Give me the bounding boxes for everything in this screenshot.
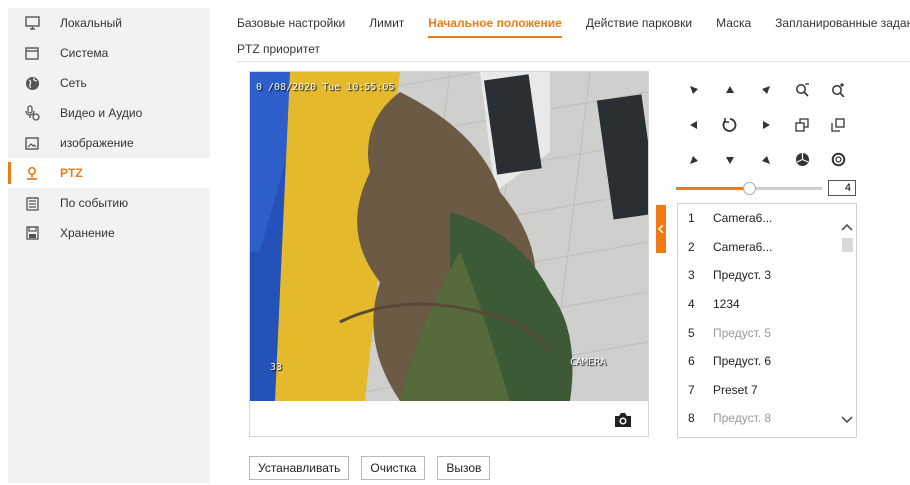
list-item[interactable]: 4 1234 — [678, 290, 856, 319]
sidebar-item-storage[interactable]: Хранение — [8, 218, 210, 248]
sidebar-item-label: PTZ — [60, 166, 83, 180]
pan-up-right-button[interactable] — [748, 72, 784, 107]
pan-down-button[interactable] — [712, 142, 748, 177]
pan-down-right-button[interactable] — [748, 142, 784, 177]
pan-up-button[interactable] — [712, 72, 748, 107]
sidebar-item-label: изображение — [60, 136, 134, 150]
sidebar-item-local[interactable]: Локальный — [8, 8, 210, 38]
iris-open-icon[interactable] — [784, 142, 820, 177]
pan-down-left-button[interactable] — [676, 142, 712, 177]
sidebar: Локальный Система Сеть Видео и Аудио изо… — [8, 8, 210, 483]
preset-number: 6 — [688, 354, 695, 369]
chevron-up-icon[interactable] — [840, 220, 854, 234]
chevron-down-icon[interactable] — [840, 413, 854, 427]
list-item[interactable]: 5 Предуст. 5 — [678, 318, 856, 347]
sidebar-item-label: Хранение — [60, 226, 115, 240]
preset-name: Предуст. 6 — [713, 354, 772, 369]
tab-bar: Базовые настройки Лимит Начальное положе… — [237, 8, 910, 60]
user-ptz-icon — [24, 165, 40, 181]
monitor-icon — [24, 15, 40, 31]
preset-number: 7 — [688, 382, 695, 397]
list-item[interactable]: 2 Camera6... — [678, 233, 856, 262]
preset-number: 1 — [688, 211, 695, 226]
clear-button[interactable]: Очистка — [361, 456, 426, 480]
sidebar-item-label: По событию — [60, 196, 129, 210]
osd-channel: 33 — [270, 362, 283, 373]
set-button[interactable]: Устанавливать — [249, 456, 350, 480]
ptz-controls — [676, 72, 856, 177]
preset-name: Предуст. 5 — [713, 325, 772, 340]
window-icon — [24, 45, 40, 61]
sidebar-item-network[interactable]: Сеть — [8, 68, 210, 98]
zoom-out-icon[interactable] — [784, 72, 820, 107]
slider-handle[interactable] — [743, 182, 756, 195]
scrollbar-thumb[interactable] — [842, 238, 853, 252]
zoom-in-icon[interactable] — [820, 72, 856, 107]
preset-name: Предуст. 3 — [713, 268, 772, 283]
tab-scheduled-tasks[interactable]: Запланированные задания — [775, 16, 910, 38]
preset-number: 4 — [688, 297, 695, 312]
sidebar-item-system[interactable]: Система — [8, 38, 210, 68]
preset-scrollbar[interactable] — [838, 204, 856, 437]
list-item[interactable]: 6 Предуст. 6 — [678, 347, 856, 376]
globe-icon — [24, 75, 40, 91]
image-icon — [24, 135, 40, 151]
list-icon — [24, 195, 40, 211]
sidebar-item-label: Видео и Аудио — [60, 106, 143, 120]
tab-limit[interactable]: Лимит — [369, 16, 404, 38]
sidebar-item-event[interactable]: По событию — [8, 188, 210, 218]
preset-number: 8 — [688, 411, 695, 426]
preset-name: Предуст. 8 — [713, 411, 772, 426]
pan-right-button[interactable] — [748, 107, 784, 142]
preset-name: 1234 — [713, 297, 740, 312]
sidebar-item-label: Локальный — [60, 16, 122, 30]
sidebar-item-video-audio[interactable]: Видео и Аудио — [8, 98, 210, 128]
preset-name: Preset 7 — [713, 382, 758, 397]
tabs-divider — [237, 61, 910, 62]
auto-rotate-icon[interactable] — [712, 107, 748, 142]
list-item[interactable]: 8 Предуст. 8 — [678, 404, 856, 433]
collapse-panel-toggle[interactable] — [656, 205, 666, 253]
tab-park-action[interactable]: Действие парковки — [586, 16, 692, 38]
focus-far-icon[interactable] — [820, 107, 856, 142]
osd-timestamp: 0 /08/2020 Tue 10:55:05 — [256, 82, 395, 93]
iris-close-icon[interactable] — [820, 142, 856, 177]
preset-actions: Устанавливать Очистка Вызов — [249, 456, 491, 480]
list-item[interactable]: 3 Предуст. 3 — [678, 261, 856, 290]
focus-near-icon[interactable] — [784, 107, 820, 142]
ptz-speed-value: 4 — [828, 180, 856, 196]
preset-name: Camera6... — [713, 239, 773, 254]
pan-left-button[interactable] — [676, 107, 712, 142]
camera-icon[interactable] — [614, 412, 632, 428]
tab-basic-settings[interactable]: Базовые настройки — [237, 16, 345, 38]
preset-list: 1 Camera6... 2 Camera6... 3 Предуст. 3 4 123… — [677, 203, 857, 438]
list-item[interactable]: 7 Preset 7 — [678, 376, 856, 405]
slider-fill — [676, 187, 749, 190]
tab-mask[interactable]: Маска — [716, 16, 751, 38]
ptz-speed-slider[interactable] — [676, 181, 822, 195]
pan-up-left-button[interactable] — [676, 72, 712, 107]
tab-initial-position[interactable]: Начальное положение — [428, 16, 562, 38]
osd-camera: CAMERA — [570, 357, 607, 368]
sidebar-item-label: Система — [60, 46, 109, 60]
sidebar-item-image[interactable]: изображение — [8, 128, 210, 158]
preset-number: 2 — [688, 239, 695, 254]
preset-number: 3 — [688, 268, 695, 283]
sidebar-item-ptz[interactable]: PTZ — [8, 158, 210, 188]
preset-number: 5 — [688, 325, 695, 340]
live-view[interactable]: 0 /08/2020 Tue 10:55:05 33 CAMERA — [249, 71, 649, 437]
sidebar-item-label: Сеть — [60, 76, 87, 90]
preset-name: Camera6... — [713, 211, 773, 226]
call-button[interactable]: Вызов — [437, 456, 491, 480]
video-frame: 0 /08/2020 Tue 10:55:05 33 CAMERA — [250, 72, 648, 401]
list-item[interactable]: 1 Camera6... — [678, 204, 856, 233]
tab-ptz-priority[interactable]: PTZ приоритет — [237, 42, 320, 56]
microphone-icon — [24, 105, 40, 121]
storage-icon — [24, 225, 40, 241]
